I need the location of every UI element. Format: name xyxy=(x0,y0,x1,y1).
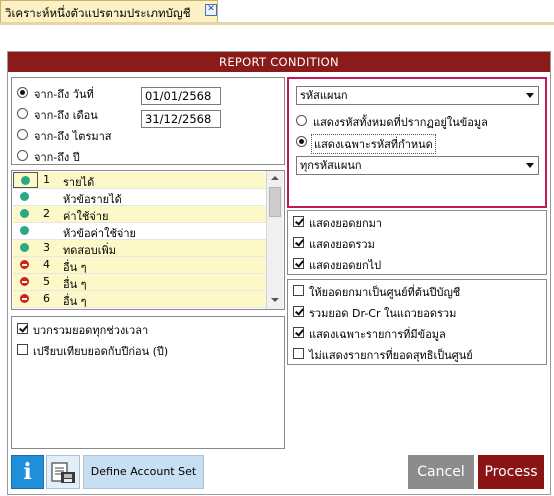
sum-all-periods-checkbox[interactable] xyxy=(17,323,28,334)
sum-all-periods-label: บวกรวมยอดทุกช่วงเวลา xyxy=(33,324,149,337)
table-row[interactable]: หัวข้อรายได้ xyxy=(13,189,267,206)
row-number: 5 xyxy=(43,275,50,288)
row-number: 2 xyxy=(43,207,50,220)
code-filter-box: รหัสแผนก แสดงรหัสทั้งหมดที่ปรากฏอยู่ในข้… xyxy=(287,77,547,208)
sum-dr-cr-checkbox[interactable] xyxy=(293,306,304,317)
row-marker xyxy=(13,240,38,256)
account-type-grid: 1 รายได้ หัวข้อรายได้ 2 ค่าใช้จ่าย หัวข้อค่าใ… xyxy=(11,170,285,310)
period-radio-day[interactable] xyxy=(17,87,28,98)
zero-opening-balance-label: ให้ยอดยกมาเป็นศูนย์ที่ต้นปีบัญชี xyxy=(309,286,461,299)
from-date-input[interactable]: 01/01/2568 xyxy=(141,87,221,105)
report-condition-panel: REPORT CONDITION จาก-ถึง วันที่ จาก-ถึง … xyxy=(7,51,551,495)
period-radio-quarter[interactable] xyxy=(17,129,28,140)
row-number: 6 xyxy=(43,292,50,305)
show-selected-codes-radio[interactable] xyxy=(296,136,307,147)
active-dot-icon xyxy=(21,176,30,185)
info-button[interactable]: i xyxy=(11,455,44,489)
active-dot-icon xyxy=(20,243,29,252)
table-row[interactable]: 2 ค่าใช้จ่าย xyxy=(13,206,267,223)
close-icon[interactable]: ✕ xyxy=(205,4,217,16)
grid-scrollbar[interactable] xyxy=(266,171,283,309)
to-date-input[interactable]: 31/12/2568 xyxy=(141,110,221,128)
period-label-month: จาก-ถึง เดือน xyxy=(34,109,98,122)
period-box: จาก-ถึง วันที่ จาก-ถึง เดือน จาก-ถึง ไตร… xyxy=(11,77,285,165)
active-dot-icon xyxy=(20,226,29,235)
row-number: 3 xyxy=(43,241,50,254)
inactive-minus-icon xyxy=(20,277,29,286)
cancel-button[interactable]: Cancel xyxy=(408,455,474,489)
inactive-minus-icon xyxy=(20,260,29,269)
cancel-label: Cancel xyxy=(417,464,465,480)
row-number: 4 xyxy=(43,258,50,271)
grid-body: 1 รายได้ หัวข้อรายได้ 2 ค่าใช้จ่าย หัวข้อค่าใ… xyxy=(13,172,267,308)
tab-title: วิเคราะห์หนึ่งตัวแปรตามประเภทบัญชี xyxy=(5,6,191,20)
only-with-data-label: แสดงเฉพาะรายการที่มีข้อมูล xyxy=(309,328,446,341)
period-label-day: จาก-ถึง วันที่ xyxy=(34,88,94,101)
define-account-set-button[interactable]: Define Account Set xyxy=(83,455,204,489)
row-marker xyxy=(13,189,38,205)
tab-strip xyxy=(0,22,554,25)
table-row[interactable]: 4 อื่น ๆ xyxy=(13,257,267,274)
row-marker xyxy=(13,257,38,273)
row-marker xyxy=(13,274,38,290)
define-account-set-label: Define Account Set xyxy=(90,465,197,478)
report-tab[interactable]: วิเคราะห์หนึ่งตัวแปรตามประเภทบัญชี ✕ xyxy=(0,0,218,22)
printer-save-icon xyxy=(51,462,75,483)
row-marker xyxy=(13,206,38,222)
chevron-down-icon xyxy=(526,93,534,98)
active-dot-icon xyxy=(20,209,29,218)
show-carry-forward-label: แสดงยอดยกไป xyxy=(309,259,382,272)
row-marker xyxy=(13,172,38,188)
active-dot-icon xyxy=(20,192,29,201)
compare-previous-year-label: เปรียบเทียบยอดกับปีก่อน (ปี) xyxy=(33,345,169,358)
save-layout-button[interactable] xyxy=(46,455,80,489)
code-type-value: รหัสแผนก xyxy=(300,89,348,102)
balance-options-box: แสดงยอดยกมา แสดงยอดรวม แสดงยอดยกไป xyxy=(287,210,547,275)
only-with-data-checkbox[interactable] xyxy=(293,327,304,338)
hide-zero-net-checkbox[interactable] xyxy=(293,348,304,359)
code-type-select[interactable]: รหัสแผนก xyxy=(296,86,539,105)
sum-dr-cr-label: รวมยอด Dr-Cr ในแถวยอดรวม xyxy=(309,307,457,320)
process-button[interactable]: Process xyxy=(478,455,544,489)
extra-options-box: ให้ยอดยกมาเป็นศูนย์ที่ต้นปีบัญชี รวมยอด … xyxy=(287,279,547,365)
row-marker xyxy=(13,223,38,239)
scroll-down-icon[interactable] xyxy=(267,293,283,307)
table-row[interactable]: 6 อื่น ๆ xyxy=(13,291,267,308)
period-radio-month[interactable] xyxy=(17,108,28,119)
inactive-minus-icon xyxy=(20,294,29,303)
table-row[interactable]: 3 ทดสอบเพิ่ม xyxy=(13,240,267,257)
period-label-quarter: จาก-ถึง ไตรมาส xyxy=(34,130,112,143)
row-number: 1 xyxy=(43,173,50,186)
show-opening-balance-checkbox[interactable] xyxy=(293,216,304,227)
code-value-value: ทุกรหัสแผนก xyxy=(300,159,362,172)
table-row[interactable]: 1 รายได้ xyxy=(13,172,267,189)
period-label-year: จาก-ถึง ปี xyxy=(34,151,80,164)
show-all-codes-radio[interactable] xyxy=(296,115,307,126)
row-marker xyxy=(13,291,38,307)
show-selected-codes-label: แสดงเฉพาะรหัสที่กำหนด xyxy=(311,134,436,154)
zero-opening-balance-checkbox[interactable] xyxy=(293,285,304,296)
compare-options-box: บวกรวมยอดทุกช่วงเวลา เปรียบเทียบยอดกับปี… xyxy=(11,316,285,449)
show-opening-balance-label: แสดงยอดยกมา xyxy=(309,217,383,230)
scroll-thumb[interactable] xyxy=(269,187,281,217)
row-name: อื่น ๆ xyxy=(63,295,87,308)
show-total-label: แสดงยอดรวม xyxy=(309,238,375,251)
period-radio-year[interactable] xyxy=(17,150,28,161)
show-all-codes-label: แสดงรหัสทั้งหมดที่ปรากฏอยู่ในข้อมูล xyxy=(313,116,488,129)
table-row[interactable]: หัวข้อค่าใช้จ่าย xyxy=(13,223,267,240)
code-value-select[interactable]: ทุกรหัสแผนก xyxy=(296,156,539,175)
table-row[interactable]: 5 อื่น ๆ xyxy=(13,274,267,291)
chevron-down-icon xyxy=(526,163,534,168)
process-label: Process xyxy=(484,464,538,480)
scroll-up-icon[interactable] xyxy=(267,171,283,185)
hide-zero-net-label: ไม่แสดงรายการที่ยอดสุทธิเป็นศูนย์ xyxy=(309,349,473,362)
show-carry-forward-checkbox[interactable] xyxy=(293,258,304,269)
panel-header: REPORT CONDITION xyxy=(8,52,550,72)
info-icon: i xyxy=(23,459,32,485)
show-total-checkbox[interactable] xyxy=(293,237,304,248)
compare-previous-year-checkbox[interactable] xyxy=(17,344,28,355)
